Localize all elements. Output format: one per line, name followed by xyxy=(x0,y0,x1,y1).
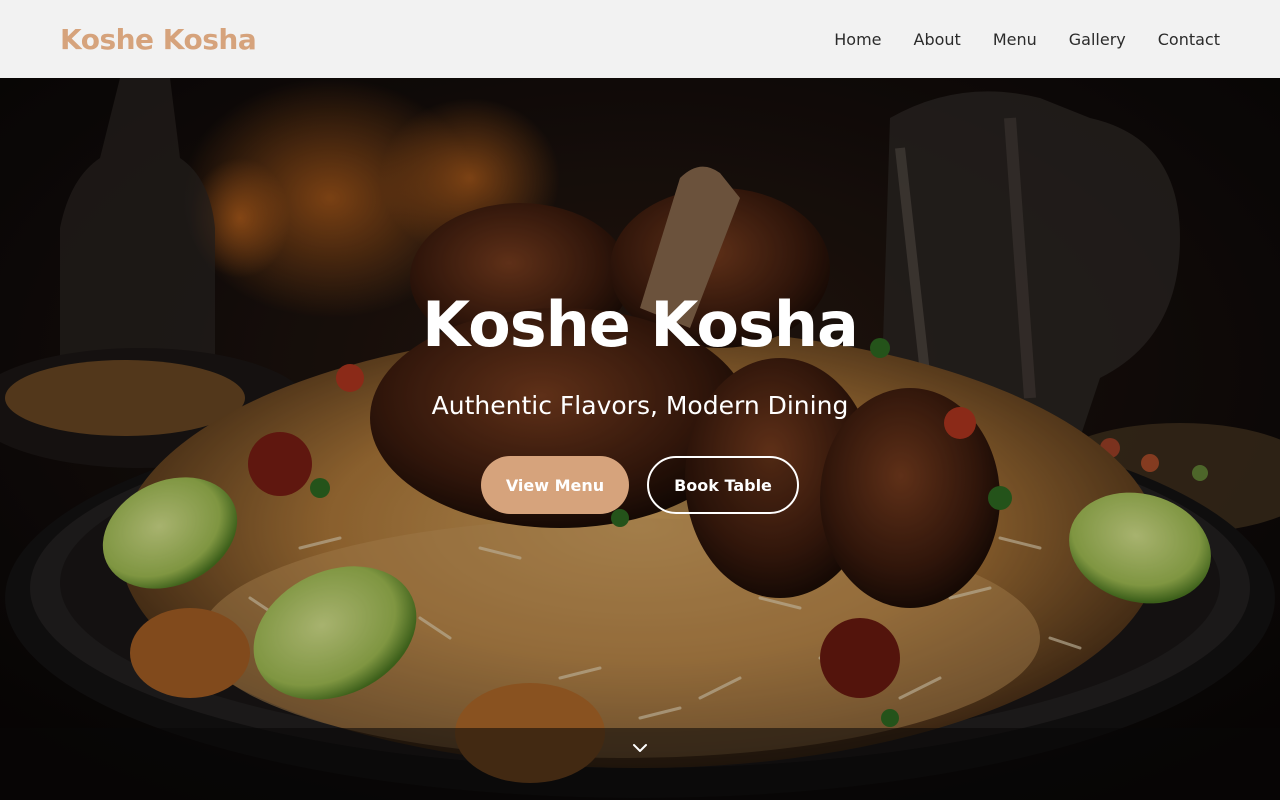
hero-section: Koshe Kosha Authentic Flavors, Modern Di… xyxy=(0,78,1280,800)
book-table-button[interactable]: Book Table xyxy=(647,456,799,514)
hero-subtitle: Authentic Flavors, Modern Dining xyxy=(431,391,849,420)
nav-gallery-link[interactable]: Gallery xyxy=(1069,30,1126,49)
site-header: Koshe Kosha Home About Menu Gallery Cont… xyxy=(0,0,1280,78)
chevron-down-icon[interactable] xyxy=(632,740,648,756)
hero-actions: View Menu Book Table xyxy=(0,456,1280,514)
nav-about-link[interactable]: About xyxy=(914,30,961,49)
view-menu-button[interactable]: View Menu xyxy=(481,456,629,514)
nav-contact-link[interactable]: Contact xyxy=(1158,30,1220,49)
nav-home-link[interactable]: Home xyxy=(834,30,881,49)
hero-content: Koshe Kosha Authentic Flavors, Modern Di… xyxy=(0,288,1280,514)
nav-menu-link[interactable]: Menu xyxy=(993,30,1037,49)
main-nav: Home About Menu Gallery Contact xyxy=(834,30,1220,49)
brand-logo[interactable]: Koshe Kosha xyxy=(60,23,257,56)
hero-title: Koshe Kosha xyxy=(422,288,859,361)
